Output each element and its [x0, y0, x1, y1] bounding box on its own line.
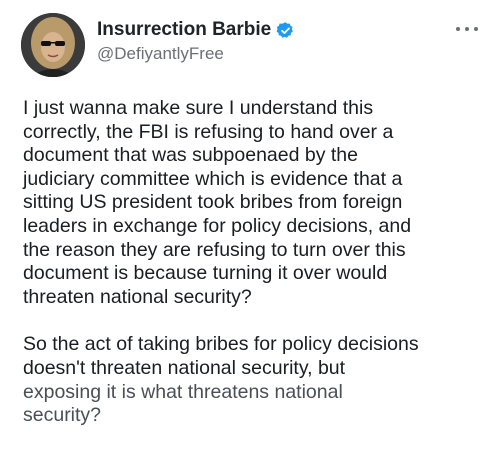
tweet-text: I just wanna make sure I understand this…: [23, 97, 485, 452]
verified-badge-icon: [276, 21, 294, 38]
tweet-line: doesn't threaten national security, but: [23, 356, 346, 379]
tweet-line: So the act of taking bribes for policy d…: [23, 333, 419, 356]
more-horizontal-icon[interactable]: [456, 22, 478, 36]
tweet-line: leaders in exchange for policy decisions…: [23, 214, 412, 237]
avatar-image: [21, 13, 85, 77]
author-handle[interactable]: @DefiyantlyFree: [97, 44, 224, 64]
author-display-name[interactable]: Insurrection Barbie: [97, 19, 271, 41]
more-dot: [465, 27, 469, 31]
tweet-line: correctly, the FBI is refusing to hand o…: [23, 120, 394, 143]
tweet-line: the reason they are refusing to turn ove…: [23, 238, 406, 261]
avatar[interactable]: [21, 13, 85, 77]
tweet-line: document that was subpoenaed by the: [23, 144, 358, 167]
tweet-line: I just wanna make sure I understand this: [23, 97, 374, 119]
tweet-line: threaten national security?: [23, 285, 252, 308]
tweet-line: judiciary committee which is evidence th…: [23, 167, 403, 190]
author-name-row: Insurrection Barbie: [97, 18, 295, 42]
tweet-line: document is because turning it over woul…: [23, 262, 388, 285]
tweet-line: security?: [23, 404, 102, 427]
tweet-card: Insurrection Barbie @DefiyantlyFree I ju…: [0, 0, 500, 452]
more-dot: [456, 27, 460, 31]
more-dot: [474, 27, 478, 31]
tweet-line: sitting US president took bribes from fo…: [23, 191, 403, 214]
tweet-paragraph-2: So the act of taking bribes for policy d…: [23, 333, 485, 427]
tweet-line: exposing it is what threatens national: [23, 380, 343, 403]
tweet-paragraph-1: I just wanna make sure I understand this…: [23, 97, 485, 309]
